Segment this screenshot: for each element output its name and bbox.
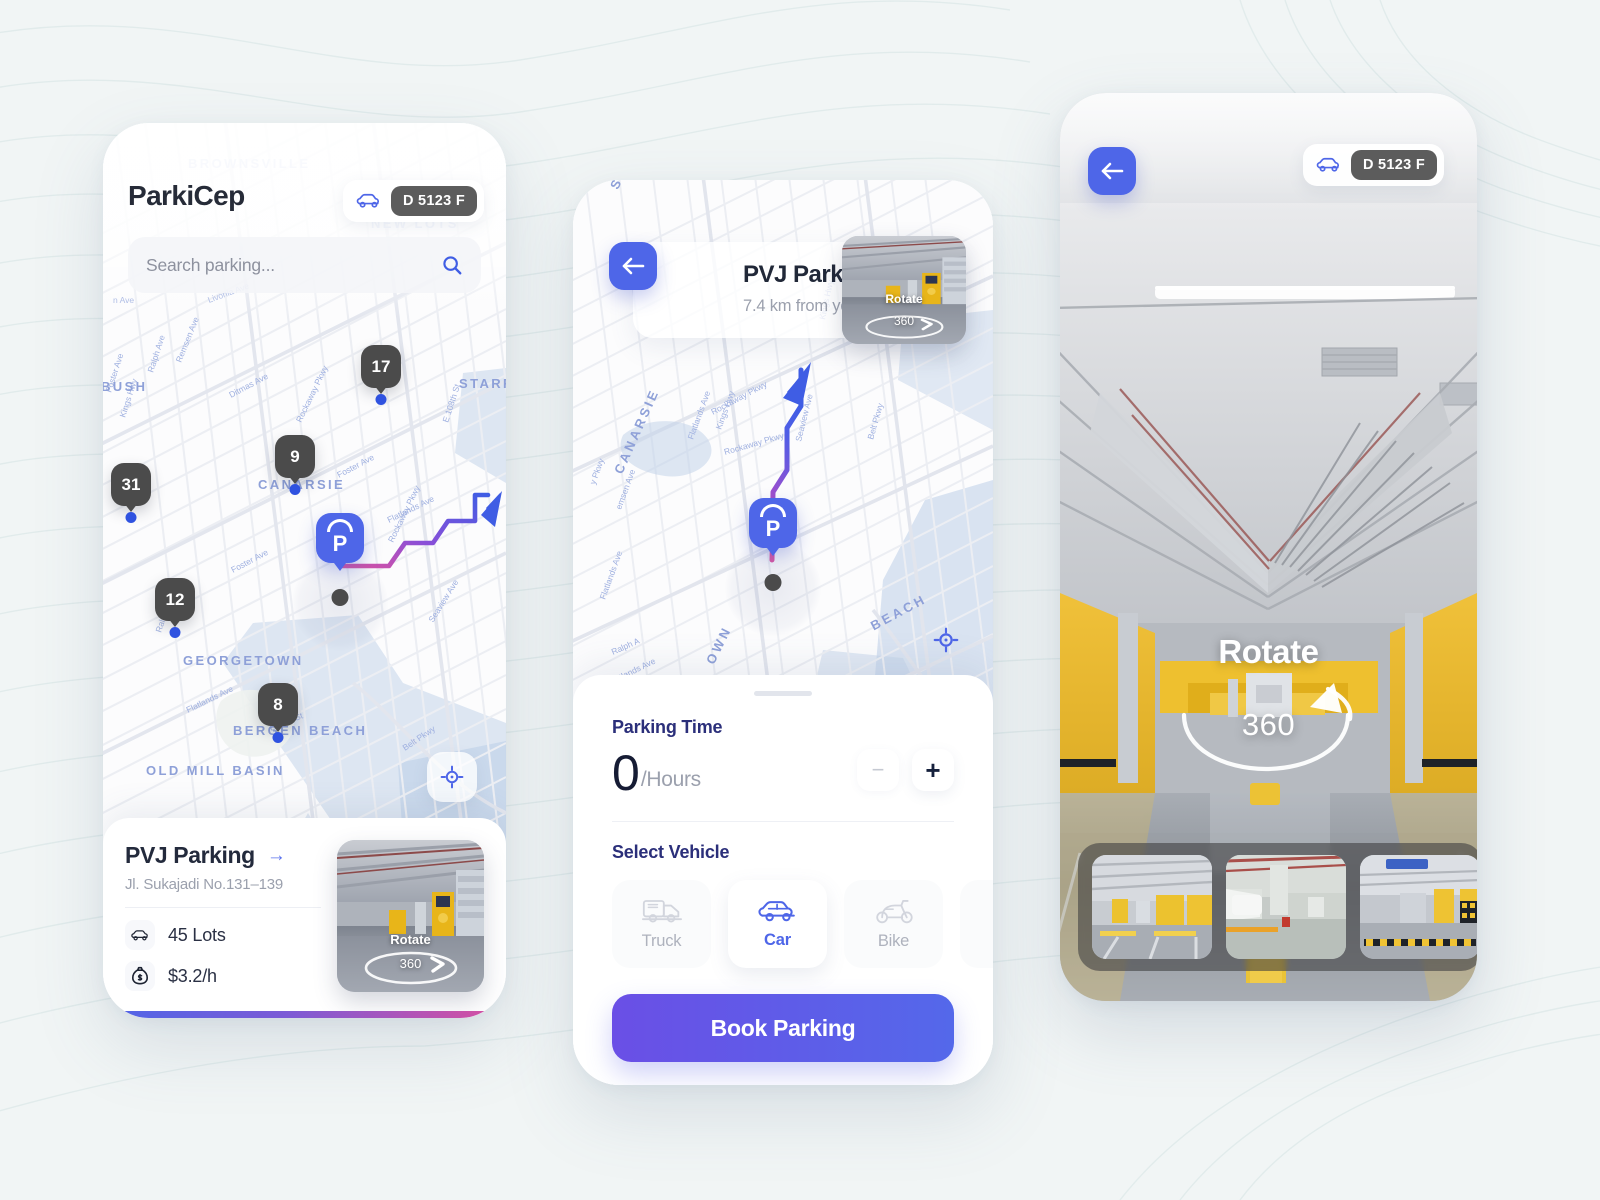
pin-origin-dot <box>764 574 782 591</box>
parking-detail-card-1[interactable]: PVJ Parking → Jl. Sukajadi No.131–139 45… <box>103 818 506 1018</box>
pin-label: P <box>332 531 348 556</box>
search-placeholder: Search parking... <box>146 254 275 275</box>
locate-me-button-1[interactable] <box>427 752 477 802</box>
locate-me-button-2[interactable] <box>921 615 971 665</box>
plate-number: D 5123 F <box>390 186 477 216</box>
rotate-degrees: 360 <box>399 956 422 971</box>
minus-icon: − <box>871 757 885 782</box>
money-bag-icon-wrap <box>125 961 155 991</box>
pin-body: P <box>749 498 797 548</box>
parking-360-thumbnail-2[interactable]: Rotate 360 <box>842 236 966 344</box>
vehicle-name: Truck <box>641 932 682 950</box>
search-parking-field[interactable]: Search parking... <box>128 237 481 293</box>
card-divider <box>125 907 321 908</box>
locate-icon <box>440 765 464 789</box>
vehicle-plate-badge-1[interactable]: D 5123 F <box>342 180 484 222</box>
thumbnail-3[interactable] <box>1360 855 1477 959</box>
open-detail-arrow-icon[interactable]: → <box>267 845 286 867</box>
pin-label: P <box>765 516 781 541</box>
garage-thumbnail-strip[interactable] <box>1078 843 1477 971</box>
map-marker-label: 31 <box>111 463 151 506</box>
map-marker-12[interactable]: 12 <box>155 578 195 638</box>
map-marker-9[interactable]: 9 <box>275 435 315 495</box>
vehicle-option-truck[interactable]: Truck <box>612 880 711 968</box>
bus-icon <box>991 907 994 935</box>
marker-dot <box>272 732 284 743</box>
vehicle-name: Car <box>764 931 791 949</box>
map-marker-31[interactable]: 31 <box>111 463 151 523</box>
hours-value: 0 <box>612 744 640 801</box>
back-arrow-icon <box>1101 162 1124 180</box>
rotate-degrees: 360 <box>893 314 915 328</box>
rotate-label: Rotate <box>885 292 923 306</box>
map-marker-label: 8 <box>258 683 298 726</box>
back-button-2[interactable] <box>609 242 657 290</box>
parking-360-thumbnail-1[interactable]: Rotate 360 <box>337 840 484 992</box>
increment-hours-button[interactable]: + <box>912 749 954 791</box>
parking-distance: 7.4 km from you <box>743 297 859 315</box>
scooter-icon <box>875 900 913 924</box>
parking-time-row: 0 /Hours − + <box>612 744 954 801</box>
vehicle-plate-badge-3[interactable]: D 5123 F <box>1302 144 1444 186</box>
vehicle-name: Bike <box>877 932 910 950</box>
car-icon <box>757 901 795 922</box>
decrement-hours-button[interactable]: − <box>857 749 899 791</box>
marker-dot <box>289 484 301 495</box>
price-value: $3.2/h <box>168 965 217 986</box>
rotate-label: Rotate <box>390 932 431 947</box>
marker-dot <box>169 627 181 638</box>
parking-pin-selected-2[interactable]: P <box>725 498 821 636</box>
rotate-arc-icon <box>1181 683 1353 772</box>
phone-screen-map: Kings Hwy Ralph Ave Remsen Ave Ditmas Av… <box>103 123 506 1018</box>
back-arrow-icon <box>622 257 645 275</box>
pin-body: P <box>316 513 364 563</box>
vehicle-selector: Truck Car Bike <box>612 880 993 968</box>
sheet-grabber[interactable] <box>754 691 812 696</box>
map-marker-8[interactable]: 8 <box>258 683 298 743</box>
pin-origin-dot <box>331 589 349 606</box>
book-parking-button[interactable]: Book Parking <box>612 994 954 1062</box>
parking-name: PVJ Parking <box>125 842 255 868</box>
parking-time-label: Parking Time <box>612 717 723 737</box>
sheet-divider <box>612 821 954 822</box>
thumbnail-2[interactable] <box>1226 855 1346 959</box>
car-icon-wrap <box>125 920 155 950</box>
phone-screen-booking: Flatlands Ave Flatlands Ave Kings Hwy Ro… <box>573 180 993 1085</box>
garage-view-1 <box>1092 855 1212 959</box>
hours-unit: /Hours <box>640 768 701 791</box>
search-icon[interactable] <box>441 254 463 276</box>
select-vehicle-label: Select Vehicle <box>612 842 730 862</box>
garage-view-3 <box>1360 855 1477 959</box>
plus-icon: + <box>925 755 941 785</box>
money-bag-icon <box>131 966 149 985</box>
booking-sheet: Parking Time 0 /Hours − + Select Vehicle <box>573 675 993 1085</box>
accent-gradient-bar <box>103 1011 506 1018</box>
vehicle-option-bike[interactable]: Bike <box>844 880 943 968</box>
back-button-3[interactable] <box>1088 147 1136 195</box>
hours-stepper: − + <box>857 749 954 791</box>
locate-icon <box>933 627 959 653</box>
truck-icon <box>641 900 682 923</box>
marker-dot <box>125 512 137 523</box>
marker-dot <box>375 394 387 405</box>
map-marker-17[interactable]: 17 <box>361 345 401 405</box>
app-brand-title: ParkiCep <box>128 180 245 211</box>
thumbnail-1[interactable] <box>1092 855 1212 959</box>
signal-arc-icon <box>327 519 353 532</box>
parking-pin-selected-1[interactable]: P <box>292 513 388 651</box>
signal-arc-icon <box>760 504 786 517</box>
map-marker-label: 12 <box>155 578 195 621</box>
car-icon <box>1316 157 1339 172</box>
car-icon <box>356 193 379 208</box>
plate-number: D 5123 F <box>1350 150 1437 180</box>
map-marker-label: 9 <box>275 435 315 478</box>
phone-screen-360-viewer: D 5123 F Rotate 360 <box>1060 93 1477 1001</box>
map-marker-label: 17 <box>361 345 401 388</box>
vehicle-option-extra[interactable] <box>960 880 993 968</box>
car-icon <box>131 929 148 940</box>
vehicle-option-car[interactable]: Car <box>728 880 827 968</box>
garage-view-2 <box>1226 855 1346 959</box>
lots-value: 45 Lots <box>168 924 226 945</box>
